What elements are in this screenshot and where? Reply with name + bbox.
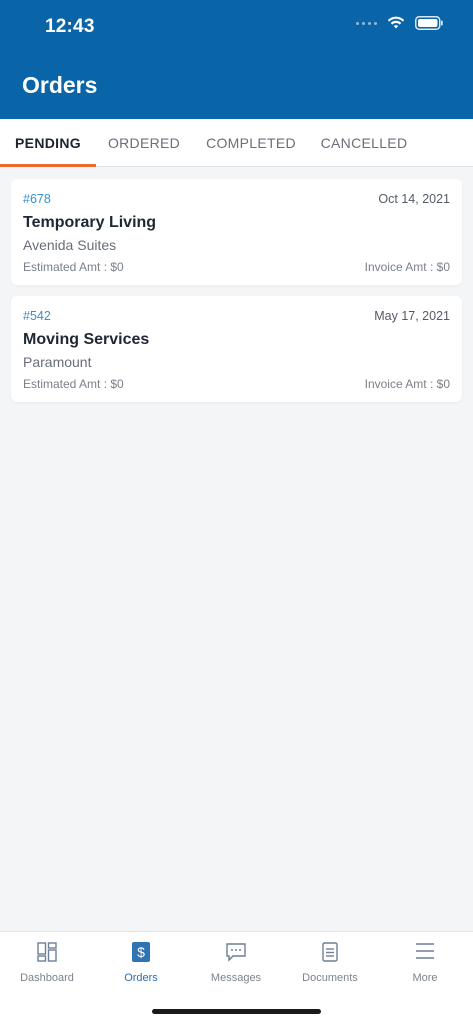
nav-documents[interactable]: Documents <box>283 932 377 994</box>
document-icon <box>322 942 338 967</box>
home-indicator <box>152 1009 321 1014</box>
signal-icon <box>356 21 377 25</box>
battery-icon <box>415 16 443 30</box>
nav-more[interactable]: More <box>378 932 472 994</box>
dollar-icon: $ <box>132 942 150 967</box>
estimated-amount: Estimated Amt : $0 <box>23 377 124 391</box>
active-tab-indicator <box>0 164 96 167</box>
nav-orders[interactable]: $ Orders <box>94 932 188 994</box>
nav-label: Messages <box>210 972 262 984</box>
chat-icon <box>225 942 247 967</box>
order-title: Temporary Living <box>23 214 157 231</box>
estimated-amount: Estimated Amt : $0 <box>23 260 124 274</box>
wifi-icon <box>387 16 405 30</box>
nav-label: Dashboard <box>20 972 74 984</box>
app-header: 12:43 Orders <box>0 0 473 119</box>
tab-completed[interactable]: COMPLETED <box>196 119 306 167</box>
menu-icon <box>415 942 435 965</box>
nav-label: More <box>412 972 438 984</box>
order-status-tabs: PENDING ORDERED COMPLETED CANCELLED <box>0 119 473 167</box>
order-date: Oct 14, 2021 <box>378 192 450 206</box>
tab-ordered[interactable]: ORDERED <box>96 119 192 167</box>
status-icons <box>356 16 443 30</box>
nav-messages[interactable]: Messages <box>189 932 283 994</box>
order-id: #542 <box>23 309 51 323</box>
order-id: #678 <box>23 192 51 206</box>
invoice-amount: Invoice Amt : $0 <box>364 377 450 391</box>
tab-pending[interactable]: PENDING <box>0 119 96 167</box>
nav-label: Documents <box>302 972 358 984</box>
order-title: Moving Services <box>23 331 150 348</box>
order-card[interactable]: #542 May 17, 2021 Moving Services Paramo… <box>11 296 462 402</box>
order-date: May 17, 2021 <box>374 309 450 323</box>
page-title: Orders <box>22 72 98 98</box>
order-vendor: Avenida Suites <box>23 237 117 253</box>
invoice-amount: Invoice Amt : $0 <box>364 260 450 274</box>
nav-label: Orders <box>124 972 158 984</box>
nav-dashboard[interactable]: Dashboard <box>0 932 94 994</box>
dashboard-icon <box>37 942 57 967</box>
order-card[interactable]: #678 Oct 14, 2021 Temporary Living Aveni… <box>11 179 462 285</box>
svg-text:$: $ <box>137 944 145 960</box>
tab-cancelled[interactable]: CANCELLED <box>310 119 418 167</box>
status-time: 12:43 <box>45 16 95 37</box>
order-vendor: Paramount <box>23 354 92 370</box>
